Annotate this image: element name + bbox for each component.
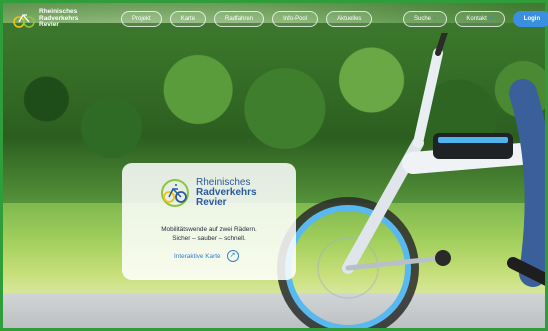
hero-logo-line-3: Revier (196, 197, 227, 208)
search-label: Suche (414, 16, 432, 22)
arrow-up-right-icon: ↗ (226, 250, 239, 262)
main-nav: Projekt Karte Radfahren Info-Pool Aktuel… (121, 11, 373, 27)
contact-label: Kontakt (466, 16, 487, 22)
search-icon: ⌕ (433, 16, 437, 22)
nav-karte[interactable]: Karte (169, 11, 207, 27)
nav-radfahren[interactable]: Radfahren (214, 11, 265, 27)
tagline-line-2: Sicher – sauber – schnell. (172, 235, 246, 242)
bike-logo-icon (13, 13, 35, 28)
hero-tagline: Mobilitätswende auf zwei Rädern. Sicher … (122, 225, 296, 243)
contact-button[interactable]: Kontakt ✆ (455, 11, 505, 27)
header-logo-text: Rheinisches Radverkehrs Revier (39, 8, 78, 29)
e-bike-image (277, 33, 545, 328)
map-link-label: Interaktive Karte (174, 252, 221, 260)
nav-projekt[interactable]: Projekt (121, 11, 162, 27)
login-button[interactable]: Login (512, 11, 548, 27)
tagline-line-1: Mobilitätswende auf zwei Rädern. (161, 226, 257, 233)
interactive-map-link[interactable]: Interaktive Karte ↗ (174, 250, 239, 262)
phone-icon: ✆ (488, 16, 494, 22)
header-logo[interactable]: Rheinisches Radverkehrs Revier (13, 8, 78, 29)
site-header: Rheinisches Radverkehrs Revier Projekt K… (3, 3, 548, 33)
utility-nav: Suche ⌕ Kontakt ✆ Login (403, 11, 548, 27)
nav-aktuelles[interactable]: Aktuelles (326, 11, 373, 27)
hero-card: Rheinisches Radverkehrs Revier Mobilität… (122, 163, 296, 280)
hero-logo: Rheinisches Radverkehrs Revier (160, 177, 257, 209)
logo-line-3: Revier (39, 21, 59, 28)
nav-info-pool[interactable]: Info-Pool (272, 11, 319, 27)
search-button[interactable]: Suche ⌕ (403, 11, 448, 27)
hero-logo-text: Rheinisches Radverkehrs Revier (196, 178, 257, 208)
bike-logo-icon (161, 179, 189, 207)
